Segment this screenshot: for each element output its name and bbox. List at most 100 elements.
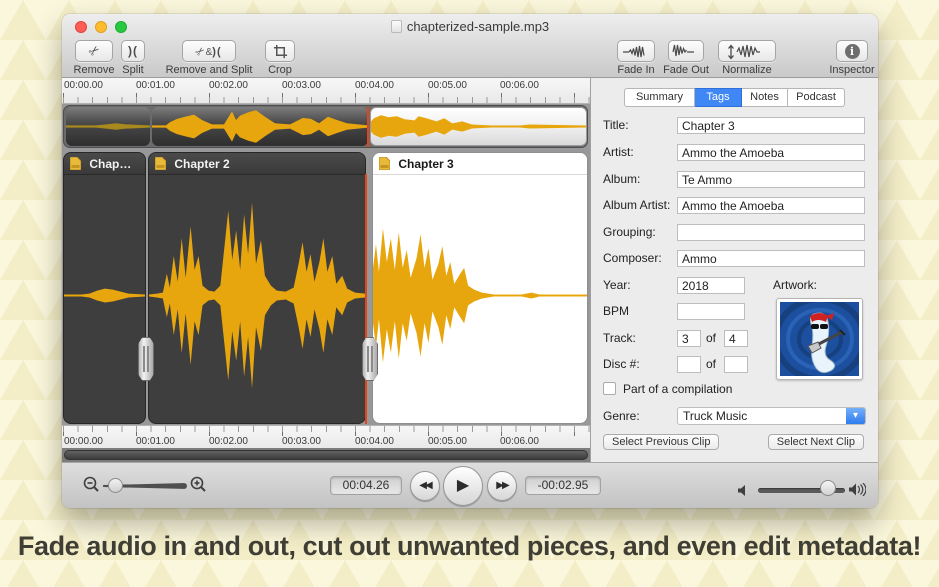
play-button[interactable]: ▶ bbox=[443, 466, 483, 506]
elapsed-time-display: 00:04.26 bbox=[330, 476, 402, 495]
rewind-button[interactable]: ◀◀ bbox=[410, 471, 440, 501]
year-label: Year: bbox=[603, 278, 631, 292]
mp3-file-icon bbox=[379, 157, 390, 170]
crop-icon bbox=[265, 40, 295, 62]
normalize-button[interactable]: Normalize bbox=[712, 40, 782, 76]
clip-2-header[interactable]: Chapter 2 bbox=[149, 153, 365, 175]
track-label: Track: bbox=[603, 331, 636, 345]
inspector-panel: Summary Tags Notes Podcast Title: Artist… bbox=[590, 78, 878, 462]
document-icon bbox=[391, 20, 402, 33]
track-of-label: of bbox=[706, 331, 716, 345]
volume-low-icon[interactable] bbox=[738, 485, 750, 496]
transport-bar: 00:04.26 ◀◀ ▶ ▶▶ -00:02.95 bbox=[62, 462, 878, 508]
tab-podcast[interactable]: Podcast bbox=[788, 88, 845, 107]
overview-playhead[interactable] bbox=[367, 107, 369, 147]
chevron-down-icon[interactable]: ▾ bbox=[846, 408, 865, 424]
clip-3-header[interactable]: Chapter 3 bbox=[373, 153, 587, 175]
scrollbar-thumb[interactable] bbox=[64, 450, 588, 460]
artwork-label: Artwork: bbox=[773, 278, 817, 292]
tab-summary[interactable]: Summary bbox=[624, 88, 695, 107]
waveform-editor: 00:00.00 00:01.00 00:02.00 00:03.00 00:0… bbox=[62, 78, 590, 462]
split-handle-2[interactable] bbox=[362, 337, 378, 381]
timeline-ruler-bottom[interactable]: 00:00.00 00:01.00 00:02.00 00:03.00 00:0… bbox=[62, 425, 590, 448]
zoom-out-icon[interactable] bbox=[83, 476, 100, 494]
crop-button[interactable]: Crop bbox=[254, 40, 306, 76]
minor-ticks bbox=[63, 97, 590, 103]
overview-segment-chapter3[interactable] bbox=[370, 107, 587, 146]
scissors-icon: ✂ bbox=[75, 40, 113, 62]
clip-3-waveform[interactable] bbox=[373, 176, 587, 423]
tab-tags[interactable]: Tags bbox=[695, 88, 742, 107]
volume-slider-knob[interactable] bbox=[820, 480, 836, 496]
composer-label: Composer: bbox=[603, 251, 662, 265]
fast-forward-button[interactable]: ▶▶ bbox=[487, 471, 517, 501]
select-next-clip-button[interactable]: Select Next Clip bbox=[768, 434, 864, 450]
scissors-split-icon: ✂&)( bbox=[182, 40, 236, 62]
horizontal-scrollbar[interactable] bbox=[62, 448, 590, 462]
inspector-button[interactable]: i Inspector bbox=[822, 40, 882, 76]
mp3-file-icon bbox=[70, 157, 81, 170]
window-title: chapterized-sample.mp3 bbox=[62, 19, 878, 34]
artist-label: Artist: bbox=[603, 145, 634, 159]
grouping-label: Grouping: bbox=[603, 225, 656, 239]
clip-1-title: Chap… bbox=[89, 157, 131, 171]
window-chrome: chapterized-sample.mp3 ✂ Remove )( Split… bbox=[62, 14, 878, 78]
marketing-caption: Fade audio in and out, cut out unwanted … bbox=[0, 531, 939, 562]
composer-field[interactable] bbox=[677, 250, 865, 267]
volume-high-icon[interactable] bbox=[849, 483, 866, 496]
track-total-field[interactable] bbox=[724, 330, 748, 347]
title-field[interactable] bbox=[677, 117, 865, 134]
track-number-field[interactable] bbox=[677, 330, 701, 347]
fade-out-button[interactable]: Fade Out bbox=[658, 40, 714, 76]
clip-3-title: Chapter 3 bbox=[398, 157, 453, 171]
artwork-well[interactable] bbox=[776, 298, 863, 380]
zoom-slider-knob[interactable] bbox=[108, 478, 123, 493]
genre-value: Truck Music bbox=[683, 409, 747, 423]
playhead-line[interactable] bbox=[365, 174, 367, 424]
album-artist-label: Album Artist: bbox=[603, 198, 670, 212]
minor-ticks bbox=[63, 426, 590, 432]
disc-total-field[interactable] bbox=[724, 356, 748, 373]
timeline-ruler-top[interactable]: 00:00.00 00:01.00 00:02.00 00:03.00 00:0… bbox=[62, 78, 590, 104]
album-label: Album: bbox=[603, 172, 640, 186]
app-window: chapterized-sample.mp3 ✂ Remove )( Split… bbox=[62, 14, 878, 508]
clip-chapter-2[interactable]: Chapter 2 bbox=[148, 152, 366, 424]
fade-in-icon bbox=[617, 40, 655, 62]
bpm-label: BPM bbox=[603, 304, 629, 318]
album-artist-field[interactable] bbox=[677, 197, 865, 214]
clip-2-waveform[interactable] bbox=[149, 176, 365, 423]
clip-chapter-1[interactable]: Chap… bbox=[63, 152, 146, 424]
album-field[interactable] bbox=[677, 171, 865, 188]
overview-segment-chapter1[interactable] bbox=[66, 107, 150, 146]
album-artwork-image bbox=[780, 302, 859, 376]
mp3-file-icon bbox=[155, 157, 166, 170]
disc-number-field[interactable] bbox=[677, 356, 701, 373]
zoom-in-icon[interactable] bbox=[190, 476, 207, 494]
split-button[interactable]: )( Split bbox=[114, 40, 152, 76]
remove-and-split-button[interactable]: ✂&)( Remove and Split bbox=[156, 40, 262, 76]
bpm-field[interactable] bbox=[677, 303, 745, 320]
split-icon: )( bbox=[121, 40, 145, 62]
split-handle-1[interactable] bbox=[138, 337, 154, 381]
fade-in-button[interactable]: Fade In bbox=[608, 40, 664, 76]
remove-button[interactable]: ✂ Remove bbox=[68, 40, 120, 76]
normalize-icon bbox=[718, 40, 776, 62]
clip-1-waveform[interactable] bbox=[64, 176, 145, 423]
artist-field[interactable] bbox=[677, 144, 865, 161]
clip-chapter-3-selected[interactable]: Chapter 3 − + bbox=[372, 152, 588, 424]
window-title-text: chapterized-sample.mp3 bbox=[407, 19, 549, 34]
clip-2-title: Chapter 2 bbox=[174, 157, 229, 171]
year-field[interactable] bbox=[677, 277, 745, 294]
grouping-field[interactable] bbox=[677, 224, 865, 241]
select-previous-clip-button[interactable]: Select Previous Clip bbox=[603, 434, 719, 450]
tab-notes[interactable]: Notes bbox=[742, 88, 788, 107]
compilation-checkbox[interactable] bbox=[603, 382, 616, 395]
inspector-tabs: Summary Tags Notes Podcast bbox=[624, 88, 845, 107]
clip-1-header[interactable]: Chap… bbox=[64, 153, 145, 175]
info-icon: i bbox=[836, 40, 868, 62]
audio-overview-strip[interactable] bbox=[63, 105, 588, 148]
disc-of-label: of bbox=[706, 357, 716, 371]
genre-dropdown[interactable]: Truck Music ▾ bbox=[677, 407, 866, 425]
overview-segment-chapter2[interactable] bbox=[152, 107, 368, 146]
fade-out-icon bbox=[668, 40, 704, 62]
